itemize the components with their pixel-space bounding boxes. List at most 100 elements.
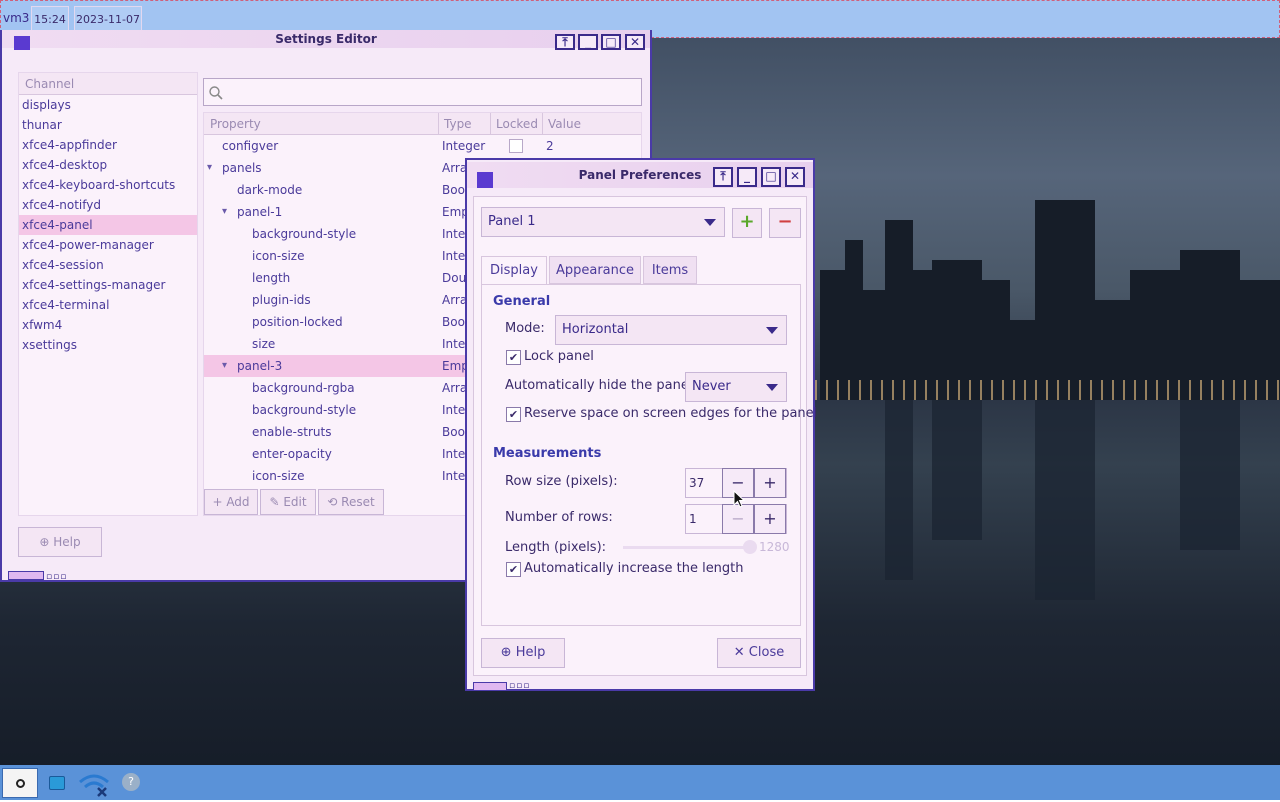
help-button[interactable]: ⊕ Help	[18, 527, 102, 557]
add-button[interactable]: + Add	[204, 489, 258, 515]
lock-panel-label: Lock panel	[524, 349, 594, 364]
panel-preferences-titlebar[interactable]: Panel Preferences ⤒ _ □ ✕	[467, 162, 813, 188]
locked-checkbox[interactable]	[509, 139, 523, 153]
property-name: enter-opacity	[252, 447, 332, 461]
property-name: icon-size	[252, 249, 305, 263]
num-rows-value[interactable]: 1	[686, 505, 722, 533]
tab-display[interactable]: Display	[481, 256, 547, 284]
keep-above-icon[interactable]: ⤒	[713, 167, 733, 187]
row-size-increment-button[interactable]: +	[754, 468, 786, 498]
sidebar-item-displays[interactable]: displays	[19, 95, 197, 115]
resize-grip[interactable]	[8, 571, 44, 580]
record-icon	[16, 779, 25, 788]
lock-panel-checkbox[interactable]: ✔	[506, 350, 521, 365]
property-type: Arra	[442, 161, 468, 175]
num-rows-decrement-button[interactable]: −	[722, 504, 754, 534]
locked-column-header[interactable]: Locked	[490, 113, 542, 135]
sidebar-item-xfce4-notifyd[interactable]: xfce4-notifyd	[19, 195, 197, 215]
sidebar-item-xfce4-power-manager[interactable]: xfce4-power-manager	[19, 235, 197, 255]
reset-button[interactable]: ⟲ Reset	[318, 489, 384, 515]
expander-chevron-icon[interactable]: ▾	[222, 355, 227, 377]
close-icon[interactable]: ✕	[785, 167, 805, 187]
remove-panel-button[interactable]: −	[769, 208, 801, 238]
show-desktop-button[interactable]	[2, 768, 38, 798]
channel-list: Channel displays thunar xfce4-appfinder xfc…	[18, 72, 198, 516]
maximize-icon[interactable]: □	[601, 34, 621, 50]
settings-editor-app-icon	[14, 36, 30, 50]
sidebar-item-xfce4-session[interactable]: xfce4-session	[19, 255, 197, 275]
add-panel-button[interactable]: +	[732, 208, 762, 238]
property-column-header[interactable]: Property	[204, 113, 438, 135]
property-type: Dou	[442, 271, 467, 285]
panel-preferences-app-icon	[477, 172, 493, 188]
sidebar-item-thunar[interactable]: thunar	[19, 115, 197, 135]
property-name: panels	[222, 161, 262, 175]
property-name: background-style	[252, 403, 357, 417]
property-name: plugin-ids	[252, 293, 311, 307]
tab-appearance[interactable]: Appearance	[549, 256, 641, 284]
mode-dropdown[interactable]: Horizontal	[555, 315, 787, 345]
hostname-label: vm3	[3, 11, 30, 25]
property-name: dark-mode	[237, 183, 303, 197]
resize-grip[interactable]	[473, 682, 507, 691]
tab-items[interactable]: Items	[643, 256, 697, 284]
edit-button[interactable]: ✎ Edit	[260, 489, 316, 515]
property-value[interactable]: 2	[546, 135, 554, 157]
length-slider-handle[interactable]	[743, 540, 757, 554]
chevron-down-icon	[704, 219, 716, 226]
search-input[interactable]	[203, 78, 642, 106]
sidebar-item-xfce4-terminal[interactable]: xfce4-terminal	[19, 295, 197, 315]
property-name: background-style	[252, 227, 357, 241]
window-grip-dots: ▫▫▫	[46, 572, 68, 582]
minimize-icon[interactable]: _	[578, 34, 598, 50]
maximize-icon[interactable]: □	[761, 167, 781, 187]
num-rows-increment-button[interactable]: +	[754, 504, 786, 534]
panel-select-dropdown[interactable]: Panel 1	[481, 207, 725, 237]
sidebar-item-xsettings[interactable]: xsettings	[19, 335, 197, 355]
property-type: Arra	[442, 381, 468, 395]
sidebar-item-xfce4-panel[interactable]: xfce4-panel	[19, 215, 197, 235]
expander-chevron-icon[interactable]: ▾	[207, 157, 212, 179]
window-grip-dots: ▫▫▫	[509, 681, 531, 691]
property-name: background-rgba	[252, 381, 355, 395]
prefs-close-button[interactable]: ✕ Close	[717, 638, 801, 668]
num-rows-label: Number of rows:	[505, 510, 613, 525]
measurements-heading: Measurements	[493, 446, 602, 461]
type-column-header[interactable]: Type	[438, 113, 490, 135]
autohide-dropdown[interactable]: Never	[685, 372, 787, 402]
num-rows-spinner[interactable]: 1 − +	[685, 504, 787, 534]
property-type: Integer	[442, 139, 486, 153]
sidebar-item-xfce4-settings-manager[interactable]: xfce4-settings-manager	[19, 275, 197, 295]
auto-length-checkbox[interactable]: ✔	[506, 562, 521, 577]
property-name: icon-size	[252, 469, 305, 483]
table-row[interactable]: configver Integer 2	[204, 135, 641, 157]
settings-editor-title: Settings Editor	[275, 32, 377, 46]
value-column-header[interactable]: Value	[542, 113, 641, 135]
channel-header[interactable]: Channel	[19, 73, 197, 95]
property-name: length	[252, 271, 291, 285]
sidebar-item-xfce4-desktop[interactable]: xfce4-desktop	[19, 155, 197, 175]
expander-chevron-icon[interactable]: ▾	[222, 201, 227, 223]
network-manager-icon[interactable]	[42, 768, 72, 798]
row-size-value[interactable]: 37	[686, 469, 722, 497]
autohide-label: Automatically hide the panel:	[505, 378, 697, 393]
bottom-taskbar: ?	[0, 765, 1280, 800]
minimize-icon[interactable]: _	[737, 167, 757, 187]
property-name: configver	[222, 139, 279, 153]
unknown-status-icon[interactable]: ?	[118, 768, 144, 798]
sidebar-item-xfce4-keyboard-shortcuts[interactable]: xfce4-keyboard-shortcuts	[19, 175, 197, 195]
chevron-down-icon	[766, 327, 778, 334]
length-value: 1280	[759, 540, 790, 554]
keep-above-icon[interactable]: ⤒	[555, 34, 575, 50]
length-slider-track[interactable]	[623, 546, 755, 549]
panel-preferences-title: Panel Preferences	[578, 168, 702, 182]
sidebar-item-xfwm4[interactable]: xfwm4	[19, 315, 197, 335]
property-name: panel-1	[237, 205, 283, 219]
sidebar-item-xfce4-appfinder[interactable]: xfce4-appfinder	[19, 135, 197, 155]
settings-editor-titlebar[interactable]: Settings Editor ⤒ _ □ ✕	[2, 30, 650, 50]
length-label: Length (pixels):	[505, 540, 607, 555]
close-icon[interactable]: ✕	[625, 34, 645, 50]
wifi-disconnected-icon[interactable]	[76, 768, 112, 798]
prefs-help-button[interactable]: ⊕ Help	[481, 638, 565, 668]
reserve-space-checkbox[interactable]: ✔	[506, 407, 521, 422]
